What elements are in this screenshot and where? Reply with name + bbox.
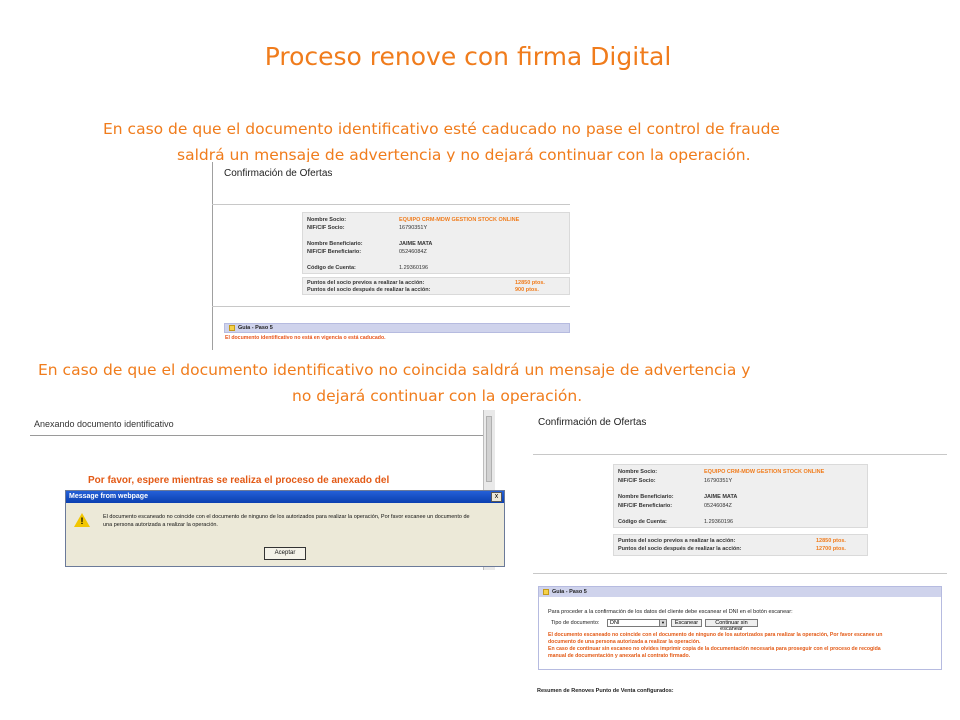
dialog-title: Message from webpage [66,491,504,503]
points-label: Puntos del socio después de realizar la … [307,287,431,293]
points-box: Puntos del socio previos a realizar la a… [302,277,570,295]
points-label: Puntos del socio previos a realizar la a… [307,280,425,286]
chevron-down-icon[interactable]: ▼ [659,620,666,626]
field-label: Código de Cuenta: [307,265,356,271]
accept-button[interactable]: Aceptar [264,547,306,560]
second-paragraph-line-1: En caso de que el documento identificati… [38,361,751,379]
field-value: JAIME MATA [704,494,738,500]
warning-line: En caso de continuar sin escaneo no olvi… [548,646,881,652]
field-value: 1.29360196 [704,519,734,525]
divider [212,306,570,307]
screenshot-scan-document: Confirmación de Ofertas Nombre Socio: EQ… [527,410,947,700]
expired-document-error: El documento identificativo no está en v… [225,335,386,341]
field-label: Nombre Beneficiario: [618,494,674,500]
field-value: 05246084Z [704,503,732,509]
document-icon [543,588,549,595]
field-label: NIF/CIF Socio: [307,225,345,231]
wait-message: Por favor, espere mientras se realiza el… [88,475,390,486]
field-value: EQUIPO CRM-MDW GESTION STOCK ONLINE [399,217,520,223]
points-value: 12850 ptos. [816,538,846,544]
guide-step-label: Guia - Paso 5 [552,589,587,595]
document-icon [229,324,235,331]
divider [533,454,947,455]
doc-type-select[interactable]: DNI ▼ [607,619,667,627]
field-label: Nombre Socio: [307,217,347,223]
guide-step-bar: Guia - Paso 5 [539,587,941,597]
scan-button[interactable]: Escanear [671,619,702,627]
warning-line: documento de una persona autorizada a re… [548,639,701,645]
summary-heading: Resumen de Renoves Punto de Venta config… [537,688,674,694]
scan-instruction: Para proceder a la confirmación de los d… [548,609,793,615]
points-value: 12850 ptos. [515,280,545,286]
points-label: Puntos del socio previos a realizar la a… [618,538,736,544]
client-info-box: Nombre Socio: EQUIPO CRM-MDW GESTION STO… [613,464,868,528]
warning-line: manual de documentación y anexarla al co… [548,653,691,659]
field-value: 16790351Y [704,478,733,484]
field-label: NIF/CIF Beneficiario: [307,249,362,255]
second-paragraph-line-2: no dejará continuar con la operación. [292,387,583,405]
guide-step-panel: Guia - Paso 5 Para proceder a la confirm… [538,586,942,670]
field-label: Nombre Socio: [618,469,658,475]
guide-step-label: Guia - Paso 5 [238,325,273,331]
page-title: Anexando documento identificativo [34,419,174,429]
warning-icon-mark: ! [80,516,84,526]
points-value: 900 ptos. [515,287,539,293]
dialog-message-line: El documento escaneado no coincide con e… [103,514,470,520]
field-value: 1.29360196 [399,265,429,271]
divider [212,204,570,205]
field-label: NIF/CIF Beneficiario: [618,503,673,509]
doc-type-value: DNI [610,620,620,626]
points-label: Puntos del socio después de realizar la … [618,546,742,552]
guide-step-bar: Guia - Paso 5 [224,323,570,333]
divider [533,573,947,574]
field-value: EQUIPO CRM-MDW GESTION STOCK ONLINE [704,469,825,475]
left-border [212,162,213,350]
dialog-message: El documento escaneado no coincide con e… [103,513,498,529]
scan-warning-message: El documento escaneado no coincide con e… [548,632,938,660]
intro-paragraph-line-1: En caso de que el documento identificati… [103,120,780,138]
close-icon[interactable]: x [491,492,502,502]
confirmation-header: Confirmación de Ofertas [224,168,333,179]
slide-title: Proceso renove con firma Digital [264,42,672,71]
scrollbar-thumb[interactable] [486,416,492,482]
points-box: Puntos del socio previos a realizar la a… [613,534,868,556]
dialog-message-line: una persona autorizada a realizar la ope… [103,522,218,528]
field-value: 16790351Y [399,225,428,231]
client-info-box: Nombre Socio: EQUIPO CRM-MDW GESTION STO… [302,212,570,274]
field-label: Código de Cuenta: [618,519,667,525]
confirmation-header: Confirmación de Ofertas [538,417,647,428]
divider [30,435,492,436]
warning-line: El documento escaneado no coincide con e… [548,632,883,638]
field-label: Nombre Beneficiario: [307,241,363,247]
points-value: 12700 ptos. [816,546,846,552]
message-dialog: Message from webpage x ! El documento es… [65,490,505,567]
screenshot-document-mismatch-dialog: Anexando documento identificativo Por fa… [30,410,505,570]
doc-type-label: Tipo de documento: [551,620,600,626]
continue-without-scan-button[interactable]: Continuar sin escanear [705,619,758,632]
field-value: JAIME MATA [399,241,433,247]
screenshot-expired-document: Confirmación de Ofertas Nombre Socio: EQ… [212,162,570,350]
field-value: 05246084Z [399,249,427,255]
field-label: NIF/CIF Socio: [618,478,656,484]
